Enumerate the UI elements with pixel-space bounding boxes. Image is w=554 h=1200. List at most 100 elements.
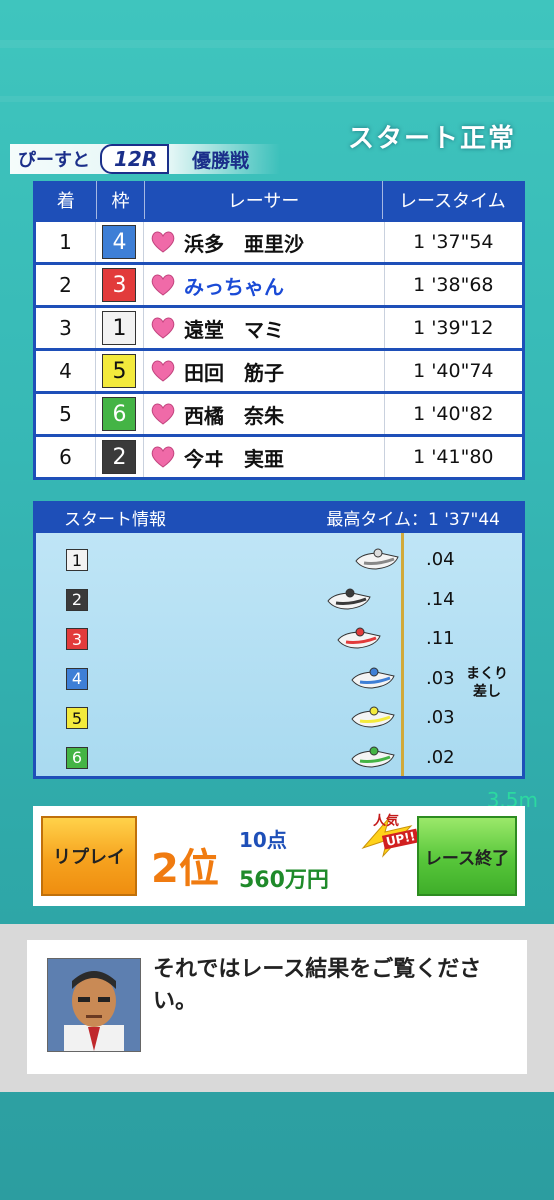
- start-timing: .04: [426, 549, 455, 570]
- result-row: 6 2 今ヰ 実亜 1 '41"80: [36, 437, 522, 477]
- rank-cell: 1: [36, 222, 96, 262]
- heart-icon: [151, 231, 175, 253]
- frame-badge: 1: [102, 311, 137, 345]
- frame-badge: 6: [102, 397, 137, 431]
- end-race-button[interactable]: レース終了: [417, 816, 517, 896]
- popularity-label: 人気: [373, 814, 400, 829]
- start-row: 3.11: [36, 622, 522, 658]
- start-frame-badge: 1: [66, 549, 88, 571]
- start-row: 1.04: [36, 543, 522, 579]
- frame-cell: 4: [96, 222, 144, 262]
- col-time: レースタイム: [399, 191, 506, 212]
- start-row: 5.03: [36, 701, 522, 737]
- frame-badge: 4: [102, 225, 137, 259]
- result-row: 3 1 遠堂 マミ 1 '39"12: [36, 308, 522, 348]
- boat-icon: [337, 627, 381, 649]
- race-time-cell: 1 '41"80: [413, 446, 494, 468]
- col-frame: 枠: [97, 181, 146, 219]
- heart-icon: [151, 317, 175, 339]
- frame-cell: 2: [96, 437, 144, 477]
- start-frame-badge: 3: [66, 628, 88, 650]
- heart-icon: [151, 403, 175, 425]
- result-row: 2 3 みっちゃん 1 '38"68: [36, 265, 522, 305]
- start-timing: .03: [426, 707, 455, 728]
- frame-cell: 6: [96, 394, 144, 434]
- frame-badge: 5: [102, 354, 137, 388]
- start-info-body: 1.04 2.14 3.11 4.03 5.03 6.02 まくり 差し: [36, 533, 522, 776]
- racer-name: 浜多 亜里沙: [184, 231, 304, 256]
- racer-name: みっちゃん: [184, 274, 284, 299]
- tactic-line-2: 差し: [473, 684, 501, 700]
- race-title: 優勝戦: [192, 150, 250, 172]
- start-status-label: スタート正常: [347, 124, 516, 154]
- start-frame-badge: 6: [66, 746, 88, 769]
- race-time-cell: 1 '39"12: [413, 317, 494, 339]
- tactic-note: まくり 差し: [466, 665, 508, 701]
- boat-icon: [351, 706, 395, 728]
- message-panel: それではレース結果をご覧ください。: [0, 924, 554, 1092]
- frame-badge: 3: [102, 268, 137, 302]
- racer-name: 田回 筋子: [184, 360, 284, 385]
- heart-icon: [151, 446, 175, 468]
- start-timing: .02: [426, 746, 455, 768]
- race-number: 12R: [100, 144, 170, 174]
- heart-icon: [151, 274, 175, 296]
- col-racer: レーサー: [145, 181, 383, 219]
- race-time-cell: 1 '37"54: [413, 231, 494, 253]
- race-time-cell: 1 '38"68: [413, 274, 494, 296]
- message-box[interactable]: それではレース結果をご覧ください。: [27, 940, 527, 1074]
- best-time: 最高タイム：1 '37"44: [326, 509, 500, 530]
- start-info-title: スタート情報: [64, 509, 166, 530]
- rank-cell: 2: [36, 265, 96, 305]
- results-table: 着 枠 レーサー レースタイム 1 4 浜多 亜里沙 1 '37"54 2 3 みっちゃん 1…: [33, 181, 525, 480]
- boat-icon: [327, 588, 371, 610]
- racer-name: 西橘 奈朱: [184, 403, 284, 428]
- result-bar: リプレイ 2位 10点 560万円 人気 UP!! レース終了: [33, 806, 525, 906]
- col-rank: 着: [36, 181, 97, 219]
- start-row: 6.02: [36, 741, 522, 777]
- water-texture: [0, 40, 554, 48]
- prize-money: 560万円: [239, 868, 329, 893]
- start-row: 2.14: [36, 583, 522, 619]
- points-earned: 10点: [239, 828, 287, 852]
- rank-cell: 6: [36, 437, 96, 477]
- frame-cell: 5: [96, 351, 144, 391]
- rank-cell: 3: [36, 308, 96, 348]
- racer-name: 今ヰ 実亜: [184, 446, 284, 471]
- racer-cell: 遠堂 マミ: [144, 308, 385, 348]
- result-row: 4 5 田回 筋子 1 '40"74: [36, 351, 522, 391]
- tactic-line-1: まくり: [466, 666, 508, 682]
- start-frame-badge: 4: [66, 667, 88, 690]
- racer-cell: 今ヰ 実亜: [144, 437, 385, 477]
- racer-cell: 西橘 奈朱: [144, 394, 385, 434]
- start-timing: .11: [426, 628, 455, 649]
- boat-icon: [351, 667, 395, 689]
- race-time-cell: 1 '40"82: [413, 403, 494, 425]
- start-frame-badge: 2: [66, 588, 88, 611]
- racer-cell: 田回 筋子: [144, 351, 385, 391]
- rank-cell: 5: [36, 394, 96, 434]
- rank-cell: 4: [36, 351, 96, 391]
- result-row: 1 4 浜多 亜里沙 1 '37"54: [36, 222, 522, 262]
- boat-icon: [355, 548, 399, 570]
- frame-badge: 2: [102, 440, 137, 474]
- start-row: 4.03: [36, 662, 522, 698]
- start-frame-badge: 5: [66, 707, 88, 729]
- message-text: それではレース結果をご覧ください。: [153, 957, 482, 1014]
- result-row: 5 6 西橘 奈朱 1 '40"82: [36, 394, 522, 434]
- race-name: ぴーすと: [18, 150, 90, 171]
- water-texture: [0, 96, 554, 102]
- frame-cell: 3: [96, 265, 144, 305]
- racer-cell: みっちゃん: [144, 265, 385, 305]
- race-time-cell: 1 '40"74: [413, 360, 494, 382]
- start-timing: .03: [426, 667, 455, 689]
- racer-name: 遠堂 マミ: [184, 317, 284, 342]
- start-timing: .14: [426, 588, 455, 610]
- start-info-panel: スタート情報 最高タイム：1 '37"44 1.04 2.14 3.11 4.03 5.…: [33, 501, 525, 779]
- racer-cell: 浜多 亜里沙: [144, 222, 385, 262]
- announcer-portrait: [47, 958, 141, 1052]
- frame-cell: 1: [96, 308, 144, 348]
- replay-button[interactable]: リプレイ: [41, 816, 137, 896]
- heart-icon: [151, 360, 175, 382]
- final-place: 2位: [151, 846, 219, 892]
